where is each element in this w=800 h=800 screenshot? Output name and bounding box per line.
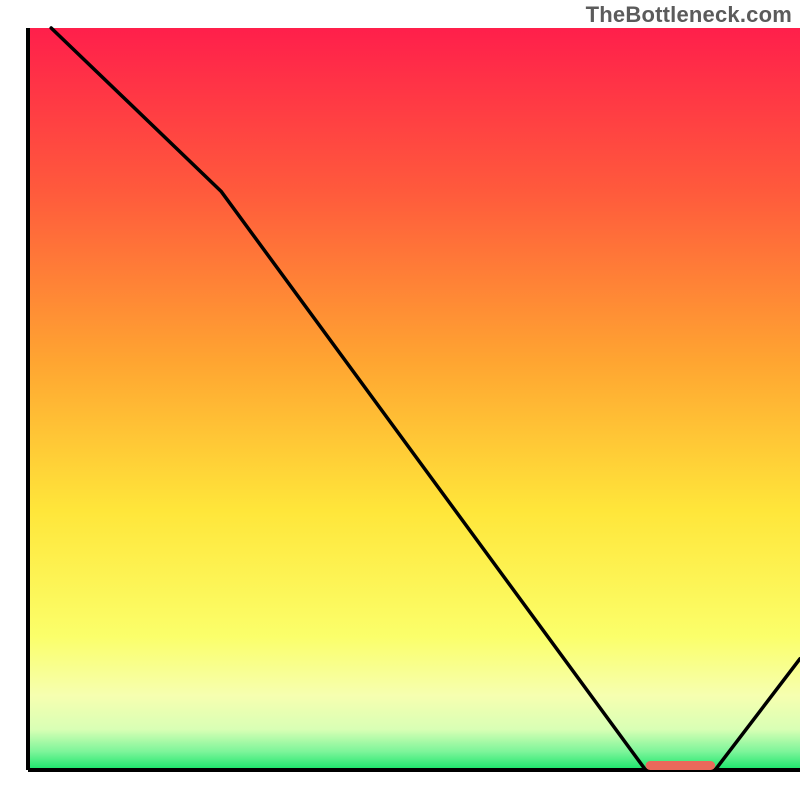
plot-background [28,28,800,770]
min-marker [646,761,716,770]
chart-stage: TheBottleneck.com [0,0,800,800]
chart-svg [0,0,800,800]
